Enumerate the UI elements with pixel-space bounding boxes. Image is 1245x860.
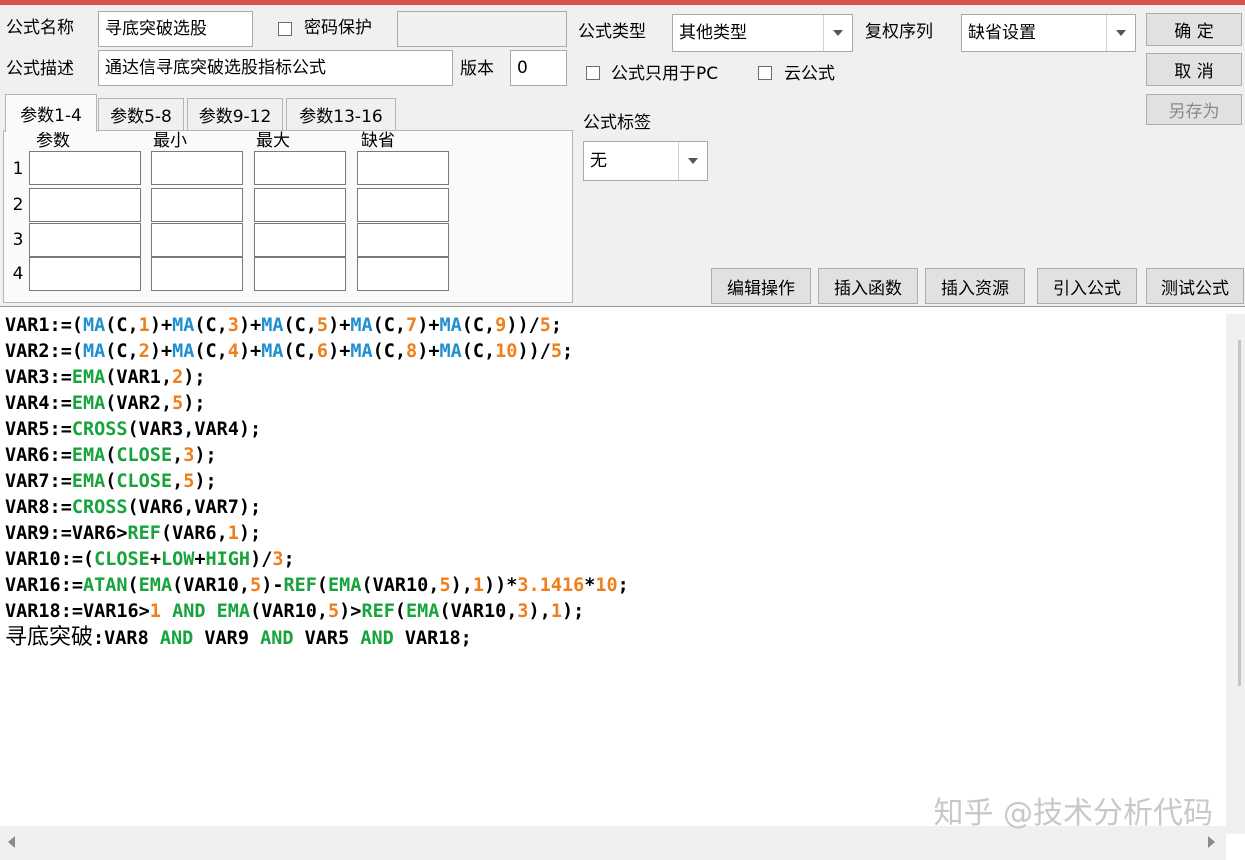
- param3-default-input[interactable]: [357, 223, 449, 257]
- formula-tag-label: 公式标签: [583, 113, 651, 133]
- param1-min-input[interactable]: [151, 151, 243, 185]
- param4-default-input[interactable]: [357, 257, 449, 291]
- chevron-down-icon[interactable]: [823, 15, 852, 51]
- param3-min-input[interactable]: [151, 223, 243, 257]
- import-formula-button[interactable]: 引入公式: [1037, 268, 1137, 304]
- param-row-number: 3: [12, 230, 24, 250]
- insert-resource-button[interactable]: 插入资源: [925, 268, 1025, 304]
- param1-name-input[interactable]: [29, 151, 141, 185]
- scroll-left-arrow-icon[interactable]: [8, 836, 15, 848]
- chevron-down-icon[interactable]: [1106, 15, 1135, 51]
- pc-only-label: 公式只用于PC: [611, 64, 719, 84]
- tab-params-1-4[interactable]: 参数1-4: [5, 94, 97, 132]
- insert-function-button[interactable]: 插入函数: [818, 268, 918, 304]
- formula-tag-select[interactable]: 无: [583, 141, 708, 181]
- param1-max-input[interactable]: [254, 151, 346, 185]
- param-row-number: 1: [12, 159, 24, 179]
- rights-sequence-select[interactable]: 缺省设置: [961, 14, 1136, 52]
- formula-type-value: 其他类型: [679, 23, 747, 43]
- param2-name-input[interactable]: [29, 188, 141, 222]
- cancel-button[interactable]: 取 消: [1146, 53, 1242, 86]
- param-row-number: 4: [12, 264, 24, 284]
- col-header-min: 最小: [153, 131, 187, 151]
- formula-name-input[interactable]: 寻底突破选股: [98, 11, 253, 47]
- pc-only-checkbox[interactable]: [586, 66, 600, 80]
- param-row-number: 2: [12, 195, 24, 215]
- tab-params-9-12[interactable]: 参数9-12: [187, 98, 283, 130]
- tab-params-13-16[interactable]: 参数13-16: [286, 98, 396, 130]
- password-input[interactable]: [397, 11, 567, 47]
- scroll-right-arrow-icon[interactable]: [1208, 836, 1215, 848]
- code-text[interactable]: VAR1:=(MA(C,1)+MA(C,3)+MA(C,5)+MA(C,7)+M…: [5, 313, 629, 652]
- cloud-formula-label: 云公式: [784, 64, 835, 84]
- vertical-scrollbar-thumb[interactable]: [1238, 340, 1241, 686]
- param4-max-input[interactable]: [254, 257, 346, 291]
- edit-operations-button[interactable]: 编辑操作: [711, 268, 811, 304]
- formula-type-label: 公式类型: [578, 22, 646, 42]
- title-bar-strip: [0, 0, 1245, 5]
- tab-params-5-8[interactable]: 参数5-8: [98, 98, 184, 130]
- param2-default-input[interactable]: [357, 188, 449, 222]
- formula-desc-input[interactable]: 通达信寻底突破选股指标公式: [98, 50, 453, 86]
- code-editor[interactable]: VAR1:=(MA(C,1)+MA(C,3)+MA(C,5)+MA(C,7)+M…: [0, 306, 1245, 860]
- col-header-param: 参数: [36, 131, 70, 151]
- cloud-formula-checkbox[interactable]: [758, 66, 772, 80]
- formula-tag-value: 无: [590, 151, 607, 171]
- version-label: 版本: [460, 59, 494, 79]
- param2-max-input[interactable]: [254, 188, 346, 222]
- param3-max-input[interactable]: [254, 223, 346, 257]
- formula-type-select[interactable]: 其他类型: [672, 14, 853, 52]
- password-label: 密码保护: [304, 18, 372, 38]
- rights-sequence-value: 缺省设置: [968, 23, 1036, 43]
- param3-name-input[interactable]: [29, 223, 141, 257]
- param1-default-input[interactable]: [357, 151, 449, 185]
- col-header-max: 最大: [256, 131, 290, 151]
- watermark: 知乎 @技术分析代码: [933, 796, 1213, 831]
- param4-name-input[interactable]: [29, 257, 141, 291]
- version-input[interactable]: 0: [510, 50, 567, 86]
- ok-button[interactable]: 确 定: [1146, 13, 1242, 46]
- formula-name-label: 公式名称: [6, 18, 74, 38]
- vertical-scrollbar[interactable]: [1226, 314, 1245, 834]
- test-formula-button[interactable]: 测试公式: [1146, 268, 1244, 304]
- param4-min-input[interactable]: [151, 257, 243, 291]
- formula-desc-label: 公式描述: [6, 59, 74, 79]
- save-as-button[interactable]: 另存为: [1146, 94, 1242, 125]
- rights-sequence-label: 复权序列: [865, 22, 933, 42]
- param2-min-input[interactable]: [151, 188, 243, 222]
- password-checkbox[interactable]: [278, 22, 292, 36]
- chevron-down-icon[interactable]: [678, 142, 707, 180]
- col-header-default: 缺省: [361, 131, 395, 151]
